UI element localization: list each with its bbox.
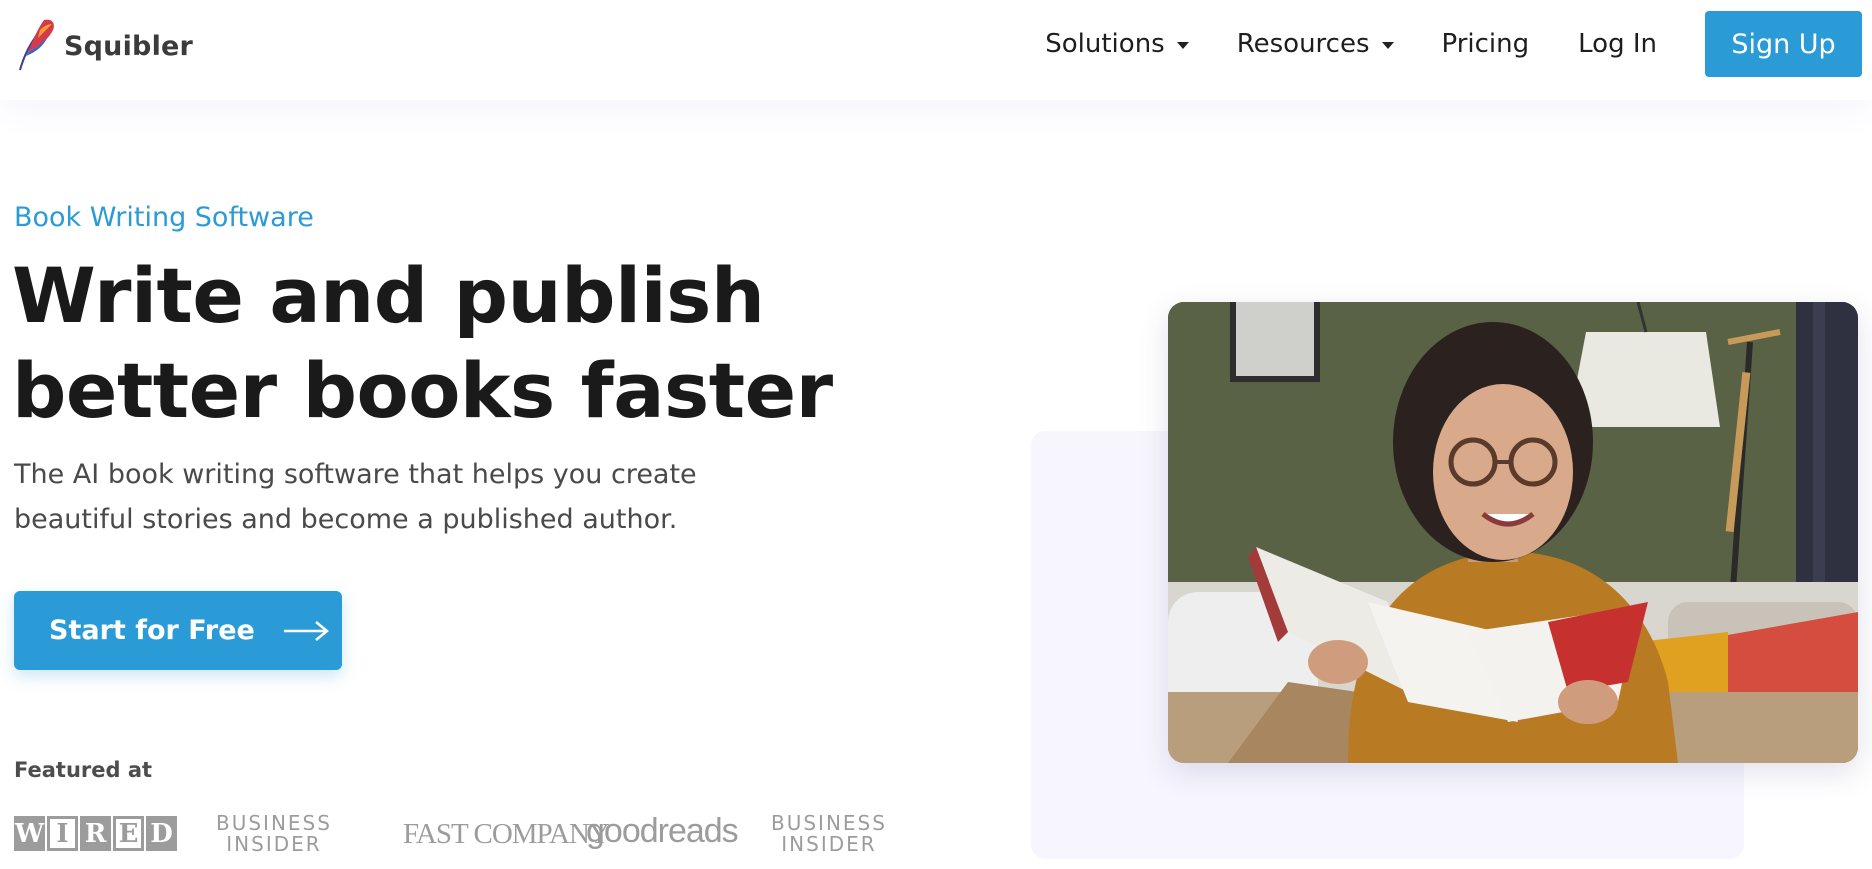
hero-headline-line1: Write and publish [12, 251, 765, 340]
hero-headline: Write and publish better books faster [12, 248, 833, 438]
arrow-right-icon [283, 620, 329, 641]
login-link[interactable]: Log In [1578, 29, 1657, 59]
woman-reading-book-photo [1168, 302, 1858, 763]
signup-button[interactable]: Sign Up [1705, 11, 1862, 77]
quill-feather-icon [14, 16, 58, 76]
nav-solutions-label: Solutions [1045, 29, 1165, 59]
nav-pricing-link[interactable]: Pricing [1442, 29, 1530, 59]
nav-solutions-dropdown[interactable]: Solutions [1045, 29, 1189, 59]
wired-logo: W I R E D [14, 816, 179, 851]
featured-at-label: Featured at [14, 758, 153, 782]
hero-eyebrow: Book Writing Software [14, 202, 314, 233]
nav-resources-label: Resources [1236, 29, 1370, 59]
brand-name: Squibler [64, 30, 194, 62]
hero-sub-line1: The AI book writing software that helps … [14, 459, 697, 490]
goodreads-logo: goodreads [586, 812, 739, 850]
top-navigation: Squibler Solutions Resources Pricing Log… [0, 0, 1872, 100]
hero-sub-line2: beautiful stories and become a published… [14, 504, 678, 535]
caret-down-icon [1176, 41, 1189, 49]
start-for-free-button[interactable]: Start for Free [14, 591, 342, 670]
hero-headline-line2: better books faster [12, 346, 833, 435]
featured-logos: W I R E D BUSINESS INSIDER FAST COMPANY … [14, 808, 914, 858]
business-insider-logo: BUSINESS INSIDER [216, 811, 332, 856]
fast-company-logo: FAST COMPANY [403, 818, 610, 850]
nav-resources-dropdown[interactable]: Resources [1237, 29, 1394, 59]
caret-down-icon [1381, 41, 1394, 49]
business-insider-logo: BUSINESS INSIDER [771, 811, 887, 856]
brand-logo[interactable]: Squibler [14, 16, 193, 76]
hero-subheadline: The AI book writing software that helps … [14, 452, 774, 542]
nav-links: Solutions Resources Pricing Log In Sign … [1045, 11, 1862, 77]
cta-label: Start for Free [49, 615, 255, 646]
